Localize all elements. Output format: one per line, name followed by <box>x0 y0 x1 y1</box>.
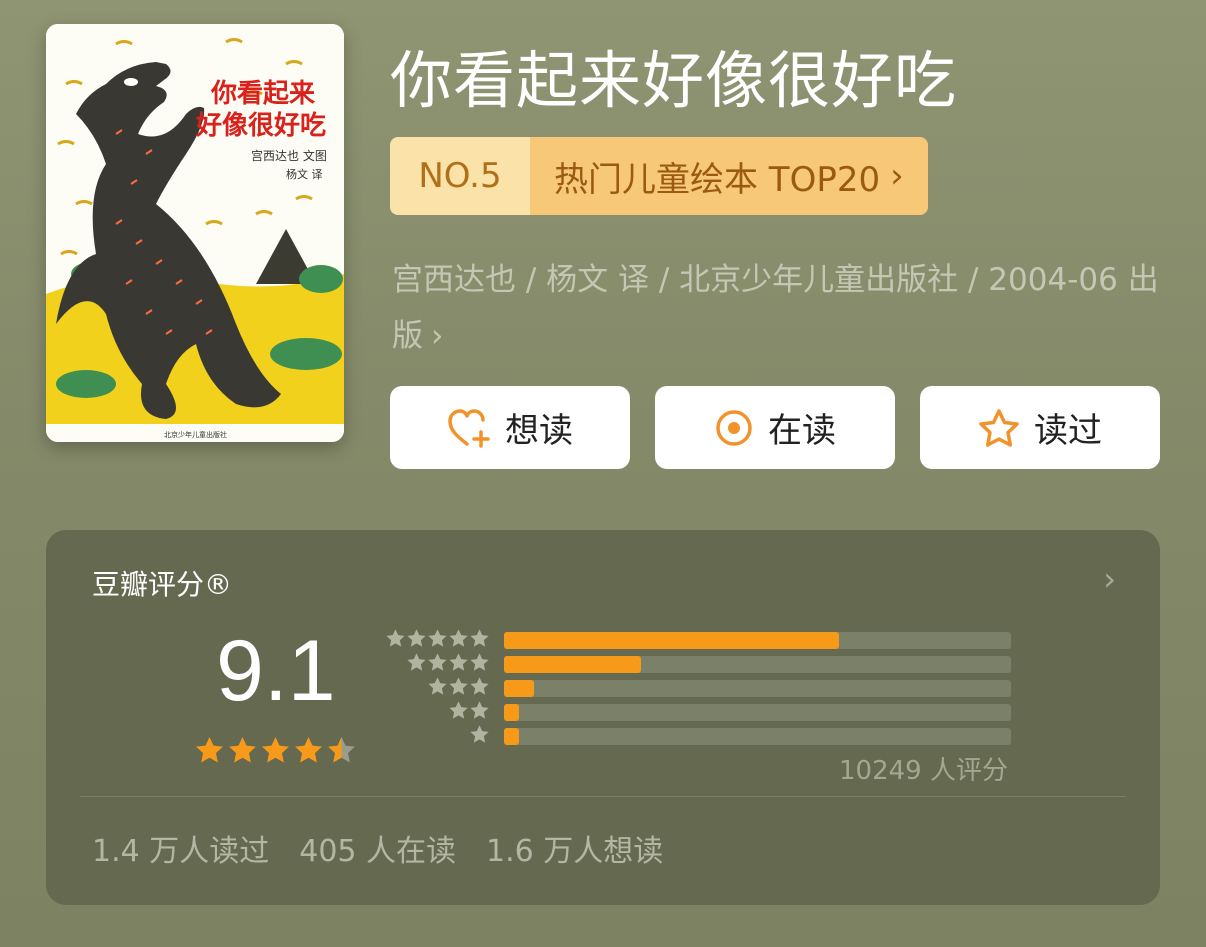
small-star-icon <box>448 700 469 725</box>
rank-label: 热门儿童绘本 TOP20 <box>554 159 881 200</box>
small-star-icon <box>427 628 448 653</box>
score-star-icon <box>326 735 357 770</box>
chevron-right-icon[interactable]: › <box>1103 560 1116 598</box>
rank-badge[interactable]: NO.5 热门儿童绘本 TOP20 › <box>390 137 928 215</box>
distribution-bar-track <box>504 704 1011 721</box>
distribution-bar-track <box>504 632 1011 649</box>
distribution-bars <box>504 632 1011 752</box>
cover-title-line1: 你看起来 <box>210 79 316 109</box>
book-meta[interactable]: 宫西达也 / 杨文 译 / 北京少年儿童出版社 / 2004-06 出版 › <box>392 252 1172 364</box>
cover-translator: 杨文 译 <box>286 167 323 181</box>
divider <box>80 796 1126 797</box>
stat-want-to-read: 1.6 万人想读 <box>486 834 664 869</box>
stat-have-read: 1.4 万人读过 <box>92 834 270 869</box>
cover-title-line2: 好像很好吃 <box>195 111 326 141</box>
small-star-icon <box>406 628 427 653</box>
reading-stats: 1.4 万人读过 405 人在读 1.6 万人想读 <box>92 826 663 870</box>
want-to-read-button[interactable]: 想读 <box>390 386 630 469</box>
chevron-right-icon: › <box>431 318 444 354</box>
small-star-icon <box>448 652 469 677</box>
rank-label-box: 热门儿童绘本 TOP20 › <box>530 137 928 215</box>
distribution-bar-track <box>504 656 1011 673</box>
score-star-icon <box>194 735 225 770</box>
small-star-icon <box>448 676 469 701</box>
want-to-read-label: 想读 <box>505 411 573 451</box>
small-star-icon <box>469 652 490 677</box>
star-outline-icon <box>978 408 1020 448</box>
score-star-icon <box>227 735 258 770</box>
small-star-icon <box>427 676 448 701</box>
small-star-icon <box>469 628 490 653</box>
distribution-star-row <box>384 700 490 724</box>
cover-illustration: 你看起来 好像很好吃 宫西达也 文图 杨文 译 北京少年儿童出版社 <box>46 24 344 442</box>
distribution-bar-track <box>504 728 1011 745</box>
stat-reading: 405 人在读 <box>299 834 457 869</box>
distribution-star-row <box>384 724 490 748</box>
distribution-bar-fill <box>504 704 520 721</box>
book-title: 你看起来好像很好吃 <box>390 44 958 117</box>
chevron-right-icon: › <box>890 156 904 196</box>
rating-score: 9.1 <box>216 623 336 719</box>
reading-label: 在读 <box>768 411 836 451</box>
cover-author: 宫西达也 文图 <box>251 148 327 163</box>
score-star-icon <box>260 735 291 770</box>
heart-plus-icon <box>447 408 491 448</box>
small-star-icon <box>448 628 469 653</box>
distribution-bar-track <box>504 680 1011 697</box>
cover-publisher: 北京少年儿童出版社 <box>164 430 227 439</box>
book-meta-text: 宫西达也 / 杨文 译 / 北京少年儿童出版社 / 2004-06 出版 <box>392 262 1159 354</box>
rating-count: 10249 人评分 <box>839 756 1008 786</box>
have-read-button[interactable]: 读过 <box>920 386 1160 469</box>
action-buttons: 想读 在读 读过 <box>390 386 1160 469</box>
target-circle-icon <box>714 408 754 448</box>
distribution-bar-fill <box>504 728 520 745</box>
small-star-icon <box>385 628 406 653</box>
score-stars <box>194 735 357 770</box>
have-read-label: 读过 <box>1034 411 1102 451</box>
rank-number: NO.5 <box>390 137 530 215</box>
distribution-star-row <box>384 652 490 676</box>
rating-title: 豆瓣评分® <box>92 568 233 601</box>
reading-button[interactable]: 在读 <box>655 386 895 469</box>
small-star-icon <box>406 652 427 677</box>
distribution-bar-fill <box>504 632 839 649</box>
small-star-icon <box>469 676 490 701</box>
score-star-icon <box>293 735 324 770</box>
distribution-star-labels <box>384 628 490 748</box>
small-star-icon <box>469 700 490 725</box>
small-star-icon <box>427 652 448 677</box>
distribution-star-row <box>384 628 490 652</box>
book-cover[interactable]: 你看起来 好像很好吃 宫西达也 文图 杨文 译 北京少年儿童出版社 <box>46 24 344 442</box>
distribution-bar-fill <box>504 680 535 697</box>
small-star-icon <box>469 724 490 749</box>
rating-card[interactable]: 豆瓣评分® › 9.1 10249 人评分 1.4 万人读过 405 人在读 1… <box>46 530 1160 905</box>
distribution-star-row <box>384 676 490 700</box>
distribution-bar-fill <box>504 656 641 673</box>
